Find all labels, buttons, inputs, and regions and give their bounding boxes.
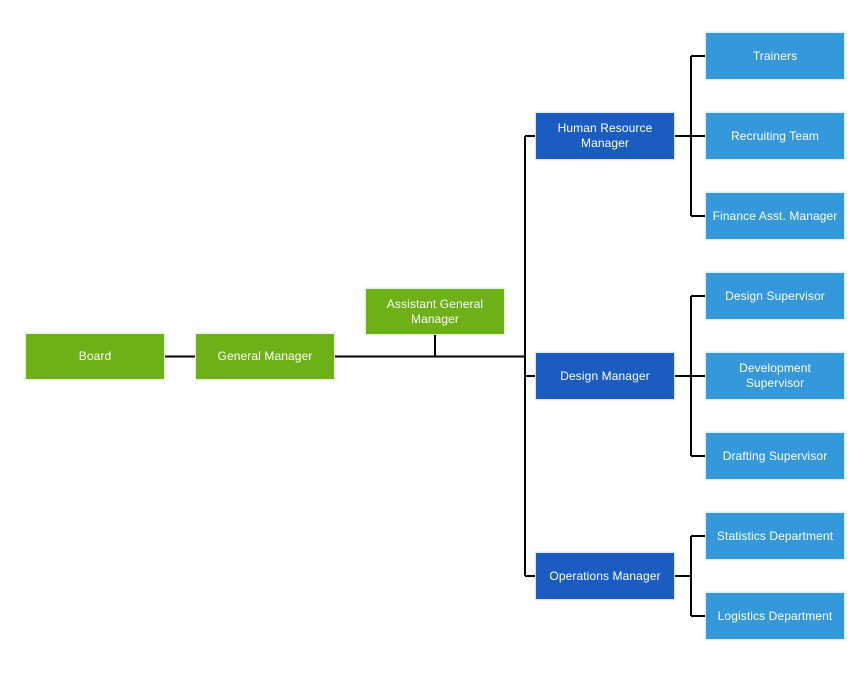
- node-design-manager[interactable]: Design Manager: [535, 352, 675, 400]
- node-design-supervisor-label: Design Supervisor: [725, 288, 825, 303]
- node-logistics-department[interactable]: Logistics Department: [705, 592, 845, 640]
- node-statistics-department-label: Statistics Department: [716, 528, 834, 543]
- node-finance-asst-manager[interactable]: Finance Asst. Manager: [705, 192, 845, 240]
- node-development-supervisor[interactable]: Development Supervisor: [705, 352, 845, 400]
- node-general-manager-label: General Manager: [217, 349, 313, 363]
- node-logistics-department-label: Logistics Department: [717, 608, 833, 623]
- node-design-manager-label: Design Manager: [560, 368, 650, 383]
- node-development-supervisor-label: Development Supervisor: [739, 361, 811, 390]
- node-trainers[interactable]: Trainers: [705, 32, 845, 80]
- node-drafting-supervisor-label: Drafting Supervisor: [722, 448, 828, 463]
- node-recruiting-team[interactable]: Recruiting Team: [705, 112, 845, 160]
- node-finance-asst-manager-label: Finance Asst. Manager: [712, 208, 838, 223]
- node-assistant-general-manager-label: Assistant General Manager: [386, 296, 484, 326]
- node-board-label: Board: [78, 349, 112, 363]
- node-trainers-label: Trainers: [752, 48, 798, 63]
- node-board[interactable]: Board: [25, 333, 165, 380]
- node-recruiting-team-label: Recruiting Team: [731, 128, 819, 143]
- node-human-resource-manager-label: Human Resource Manager: [557, 121, 653, 150]
- node-operations-manager[interactable]: Operations Manager: [535, 552, 675, 600]
- node-operations-manager-label: Operations Manager: [549, 568, 661, 583]
- node-assistant-general-manager[interactable]: Assistant General Manager: [365, 288, 505, 335]
- node-statistics-department[interactable]: Statistics Department: [705, 512, 845, 560]
- org-chart-canvas: Board General Manager Assistant General …: [0, 0, 867, 674]
- node-general-manager[interactable]: General Manager: [195, 333, 335, 380]
- node-design-supervisor[interactable]: Design Supervisor: [705, 272, 845, 320]
- node-drafting-supervisor[interactable]: Drafting Supervisor: [705, 432, 845, 480]
- node-human-resource-manager[interactable]: Human Resource Manager: [535, 112, 675, 160]
